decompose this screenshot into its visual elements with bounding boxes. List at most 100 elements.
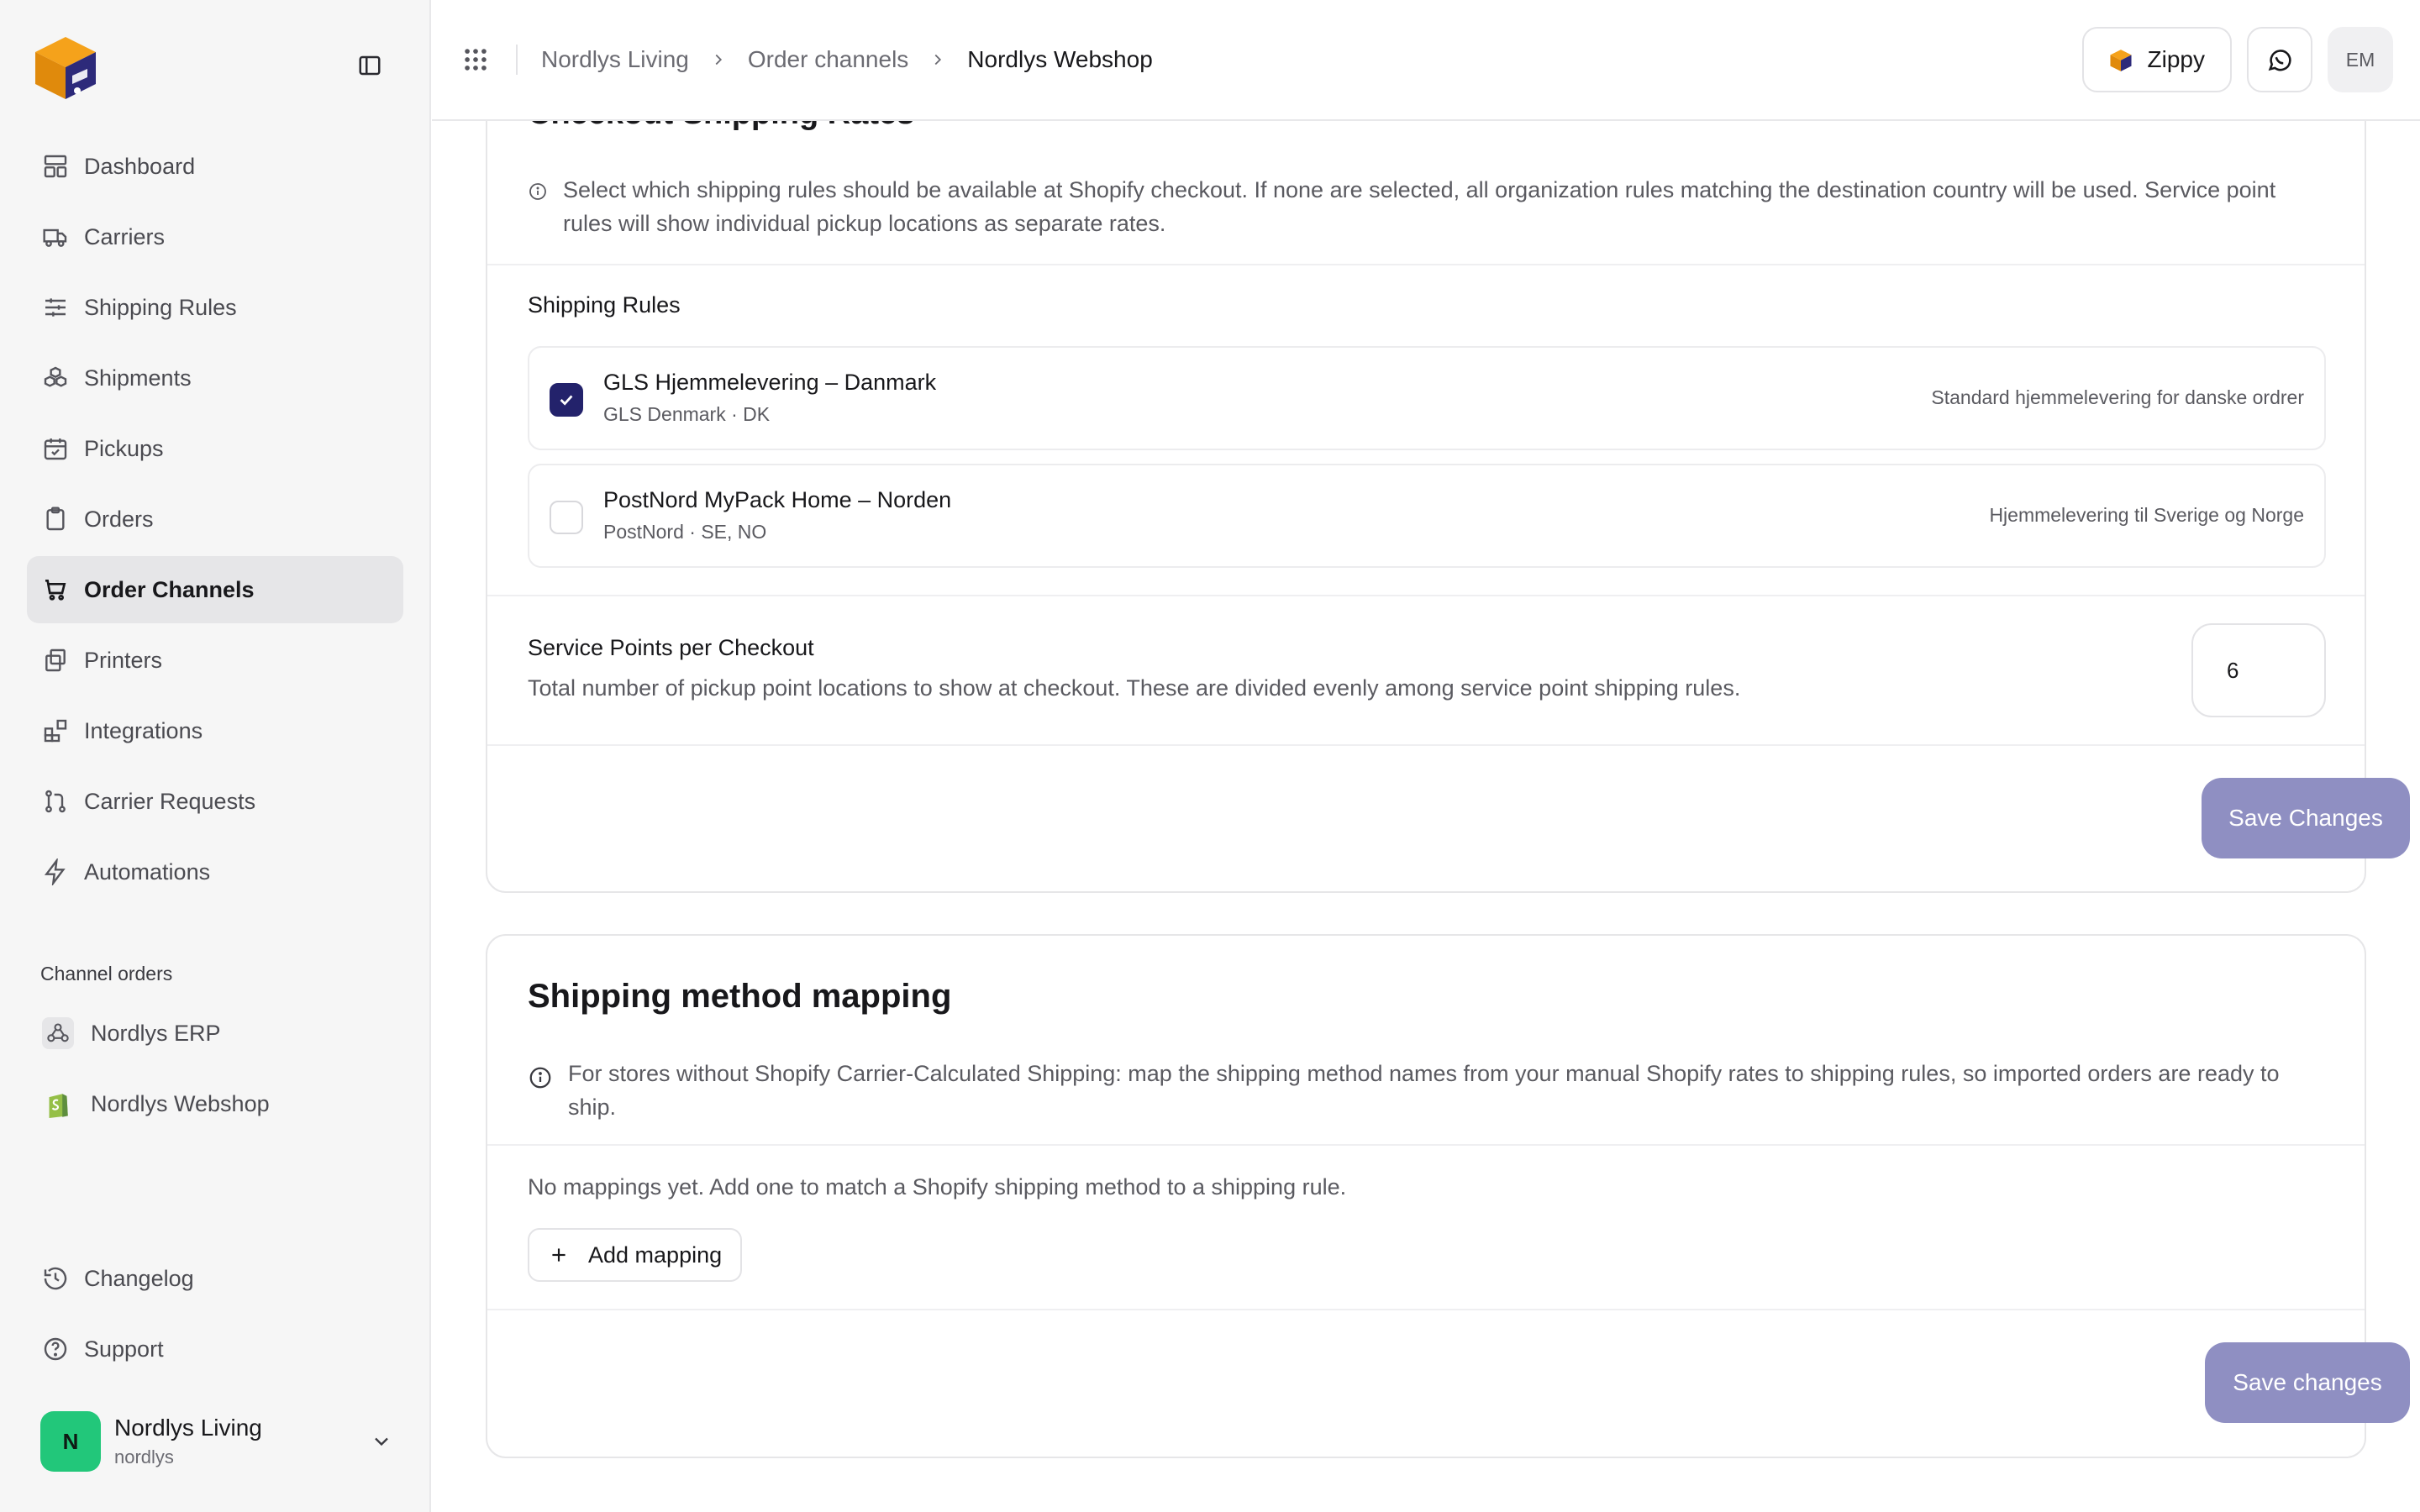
nav-label: Carrier Requests: [84, 788, 256, 814]
divider: [487, 1309, 2365, 1310]
breadcrumb-organization[interactable]: Nordlys Living: [541, 46, 689, 73]
zippy-button[interactable]: Zippy: [2081, 27, 2232, 92]
breadcrumb-order-channels[interactable]: Order channels: [748, 46, 908, 73]
nav-label: Shipping Rules: [84, 294, 237, 320]
calendar-check-icon: [44, 438, 67, 460]
clipboard-icon: [46, 507, 65, 531]
lightning-icon: [44, 858, 66, 885]
add-mapping-button[interactable]: Add mapping: [528, 1228, 743, 1282]
mapping-info: For stores without Shopify Carrier-Calcu…: [528, 1057, 2326, 1124]
account-name: Nordlys Living: [114, 1415, 262, 1441]
avatar: N: [40, 1411, 101, 1472]
truck-icon: [43, 228, 67, 247]
shipping-rule-row[interactable]: GLS Hjemmelevering – Danmark GLS Denmark…: [528, 346, 2326, 450]
nav-label: Shipments: [84, 365, 192, 391]
nav-item-carriers[interactable]: Carriers: [27, 203, 403, 270]
help-circle-icon: [44, 1337, 67, 1361]
nav-item-integrations[interactable]: Integrations: [27, 697, 403, 764]
rule-checkbox[interactable]: [550, 383, 583, 417]
card-title: Shipping method mapping: [528, 978, 952, 1015]
rule-description: Hjemmelevering til Sverige og Norge: [1989, 504, 2304, 526]
info-icon: [529, 1067, 551, 1089]
rule-description: Standard hjemmelevering for danske ordre…: [1931, 386, 2304, 408]
channel-label: Nordlys ERP: [91, 1020, 221, 1046]
cart-icon: [45, 580, 66, 601]
top-actions: Zippy EM: [2081, 27, 2393, 92]
printer-icon: [45, 648, 66, 672]
account-switcher[interactable]: N Nordlys Living nordlys: [40, 1410, 393, 1473]
channel-label: Nordlys Webshop: [91, 1090, 270, 1116]
checkout-shipping-rates-card: Checkout Shipping Rates Select which shi…: [486, 50, 2410, 893]
nav-label: Orders: [84, 506, 154, 532]
nav-label: Pickups: [84, 435, 164, 461]
breadcrumb-current: Nordlys Webshop: [967, 46, 1153, 72]
main-nav: Dashboard Carriers Shipping Rules Shipme…: [27, 133, 403, 909]
logo-icon: [35, 37, 96, 99]
nav-label: Printers: [84, 647, 163, 673]
nav-label: Automations: [84, 858, 211, 885]
save-changes-button[interactable]: Save Changes: [2202, 778, 2410, 858]
nav-item-dashboard[interactable]: Dashboard: [27, 133, 403, 200]
rule-checkbox[interactable]: [550, 501, 583, 534]
nav-label: Changelog: [84, 1265, 194, 1291]
chevron-right-icon: [709, 50, 728, 69]
nav-item-order-channels[interactable]: Order Channels: [27, 556, 403, 623]
boxes-icon: [44, 366, 67, 387]
zippy-logo-icon: [2110, 50, 2132, 71]
chevron-right-icon: [929, 50, 947, 69]
divider: [487, 264, 2365, 265]
webhook-icon: [42, 1017, 74, 1049]
channel-orders-heading: Channel orders: [40, 963, 173, 984]
dashboard-icon: [44, 155, 67, 178]
nav-label: Support: [84, 1336, 164, 1362]
shipping-rule-row[interactable]: PostNord MyPack Home – Norden PostNord ·…: [528, 464, 2326, 568]
nav-label: Integrations: [84, 717, 203, 743]
grid-icon: [465, 49, 487, 71]
check-icon: [560, 395, 573, 406]
nav-item-printers[interactable]: Printers: [27, 627, 403, 694]
blocks-icon: [44, 719, 67, 743]
apps-grid-button[interactable]: [459, 43, 492, 76]
bottom-nav: Changelog Support: [27, 1245, 403, 1386]
rule-name: PostNord MyPack Home – Norden: [603, 487, 952, 512]
history-icon: [44, 1267, 67, 1290]
service-points-input[interactable]: 6: [2191, 623, 2326, 717]
nav-item-shipments[interactable]: Shipments: [27, 344, 403, 412]
shipping-method-mapping-card: Shipping method mapping For stores witho…: [486, 934, 2410, 1458]
channel-item-webshop[interactable]: Nordlys Webshop: [27, 1070, 403, 1137]
channel-item-erp[interactable]: Nordlys ERP: [27, 1000, 403, 1067]
chat-icon: [2268, 50, 2291, 71]
sliders-icon: [45, 298, 66, 317]
save-changes-button[interactable]: Save changes: [2205, 1342, 2410, 1423]
empty-state-text: No mappings yet. Add one to match a Shop…: [528, 1174, 1347, 1200]
divider: [487, 744, 2365, 746]
rule-name: GLS Hjemmelevering – Danmark: [603, 370, 937, 395]
nav-item-pickups[interactable]: Pickups: [27, 415, 403, 482]
zippy-label: Zippy: [2147, 46, 2205, 72]
nav-item-carrier-requests[interactable]: Carrier Requests: [27, 768, 403, 835]
sidebar: Dashboard Carriers Shipping Rules Shipme…: [0, 0, 431, 1512]
app-logo[interactable]: [27, 27, 104, 104]
divider: [516, 45, 518, 75]
nav-item-shipping-rules[interactable]: Shipping Rules: [27, 274, 403, 341]
user-avatar-button[interactable]: EM: [2328, 27, 2393, 92]
chat-button[interactable]: [2247, 27, 2312, 92]
info-text: For stores without Shopify Carrier-Calcu…: [568, 1061, 2280, 1120]
rule-carrier: GLS Denmark · DK: [603, 403, 771, 425]
nav-item-orders[interactable]: Orders: [27, 486, 403, 553]
nav-label: Dashboard: [84, 153, 196, 179]
nav-label: Carriers: [84, 223, 166, 249]
git-pull-icon: [45, 790, 66, 813]
collapse-sidebar-button[interactable]: [355, 50, 385, 81]
nav-item-changelog[interactable]: Changelog: [27, 1245, 403, 1312]
nav-item-automations[interactable]: Automations: [27, 838, 403, 906]
checkout-info: Select which shipping rules should be av…: [528, 173, 2326, 240]
info-text: Select which shipping rules should be av…: [563, 177, 2276, 236]
account-info: Nordlys Living nordlys: [114, 1415, 370, 1468]
chevron-down-icon: [375, 1437, 388, 1446]
shipping-rules-label: Shipping Rules: [528, 292, 681, 318]
service-points-description: Total number of pickup point locations t…: [528, 675, 1741, 701]
top-bar: Nordlys Living Order channels Nordlys We…: [432, 0, 2420, 121]
nav-item-support[interactable]: Support: [27, 1315, 403, 1383]
sidebar-toggle-icon: [359, 55, 381, 76]
